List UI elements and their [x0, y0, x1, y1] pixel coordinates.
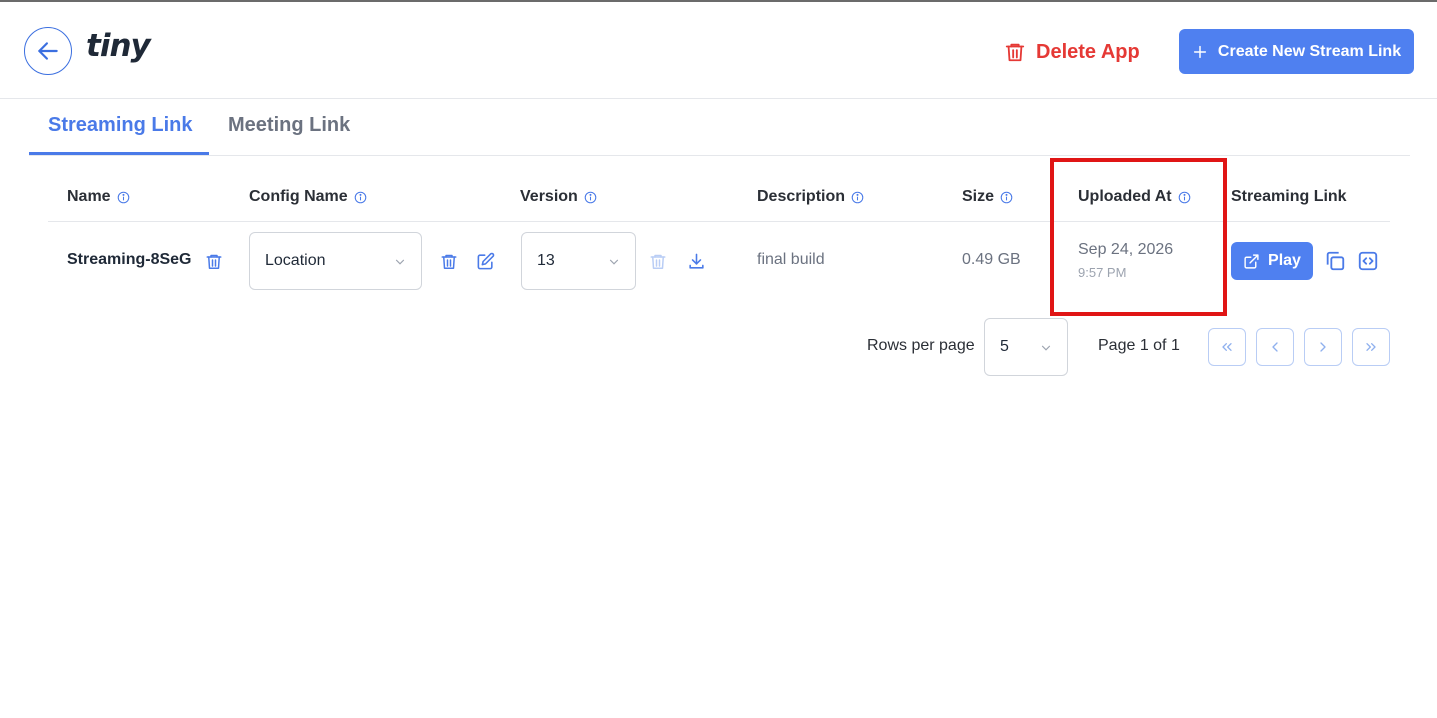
- column-header-name: Name: [67, 188, 130, 206]
- delete-stream-button[interactable]: [202, 249, 226, 273]
- info-icon[interactable]: [354, 191, 367, 204]
- row-uploaded-date: Sep 24, 2026: [1078, 241, 1174, 258]
- external-link-icon: [1244, 253, 1259, 269]
- version-select[interactable]: 13: [521, 232, 636, 290]
- chevron-down-icon: [395, 259, 405, 265]
- info-icon[interactable]: [851, 191, 864, 204]
- info-icon[interactable]: [1000, 191, 1013, 204]
- delete-app-button[interactable]: Delete App: [1004, 35, 1140, 69]
- delete-config-button[interactable]: [437, 249, 461, 273]
- info-icon[interactable]: [584, 191, 597, 204]
- column-header-streaming-link: Streaming Link: [1231, 188, 1347, 205]
- column-header-size: Size: [962, 188, 1013, 206]
- tab-bar: Streaming Link Meeting Link: [29, 100, 1410, 156]
- column-header-uploaded-at: Uploaded At: [1078, 188, 1191, 206]
- rows-per-page-value: 5: [1000, 338, 1009, 355]
- trash-icon: [650, 254, 666, 269]
- config-name-select[interactable]: Location: [249, 232, 422, 290]
- config-name-value: Location: [265, 252, 326, 269]
- version-value: 13: [537, 252, 555, 269]
- table-header: Name Config Name Version Description Siz…: [48, 172, 1390, 222]
- chevron-left-icon: [1272, 342, 1278, 352]
- previous-page-button[interactable]: [1256, 328, 1294, 366]
- embed-code-button[interactable]: [1356, 249, 1380, 273]
- column-header-description: Description: [757, 188, 864, 206]
- create-stream-link-button[interactable]: Create New Stream Link: [1179, 29, 1414, 74]
- edit-icon: [477, 252, 494, 269]
- column-header-version: Version: [520, 188, 597, 206]
- delete-version-button[interactable]: [646, 249, 670, 273]
- chevrons-right-icon: [1366, 343, 1376, 351]
- chevrons-left-icon: [1222, 343, 1232, 351]
- edit-config-button[interactable]: [473, 249, 497, 273]
- app-header: tiny Delete App Create New Stream Link: [0, 2, 1437, 99]
- delete-app-label: Delete App: [1036, 40, 1140, 63]
- row-name: Streaming-8SeG: [67, 251, 192, 268]
- chevron-down-icon: [1041, 345, 1051, 351]
- last-page-button[interactable]: [1352, 328, 1390, 366]
- trash-icon: [206, 254, 222, 269]
- next-page-button[interactable]: [1304, 328, 1342, 366]
- tab-streaming-link[interactable]: Streaming Link: [48, 114, 192, 137]
- row-size: 0.49 GB: [962, 251, 1021, 268]
- arrow-left-icon: [38, 42, 58, 60]
- table-row: Streaming-8SeG Location 13 final build 0…: [48, 222, 1390, 300]
- create-stream-link-label: Create New Stream Link: [1217, 42, 1402, 60]
- play-label: Play: [1268, 252, 1301, 269]
- plus-icon: [1193, 45, 1206, 58]
- rows-per-page-select[interactable]: 5: [984, 318, 1068, 376]
- back-button[interactable]: [24, 27, 72, 75]
- info-icon[interactable]: [1178, 191, 1191, 204]
- play-button[interactable]: Play: [1231, 242, 1313, 280]
- column-header-config-name: Config Name: [249, 188, 367, 206]
- tab-meeting-link[interactable]: Meeting Link: [228, 114, 350, 137]
- chevron-right-icon: [1320, 342, 1326, 352]
- trash-icon: [1005, 43, 1025, 62]
- active-tab-indicator: [29, 152, 209, 155]
- rows-per-page-label: Rows per page: [867, 337, 975, 354]
- page-info: Page 1 of 1: [1098, 337, 1180, 354]
- code-icon: [1358, 251, 1378, 271]
- first-page-button[interactable]: [1208, 328, 1246, 366]
- info-icon[interactable]: [117, 191, 130, 204]
- app-logo: tiny: [86, 28, 151, 64]
- download-version-button[interactable]: [684, 249, 708, 273]
- chevron-down-icon: [609, 259, 619, 265]
- copy-link-button[interactable]: [1323, 249, 1347, 273]
- copy-icon: [1326, 251, 1345, 271]
- download-icon: [688, 253, 704, 269]
- trash-icon: [441, 254, 457, 269]
- row-uploaded-time: 9:57 PM: [1078, 265, 1127, 280]
- row-description: final build: [757, 251, 825, 268]
